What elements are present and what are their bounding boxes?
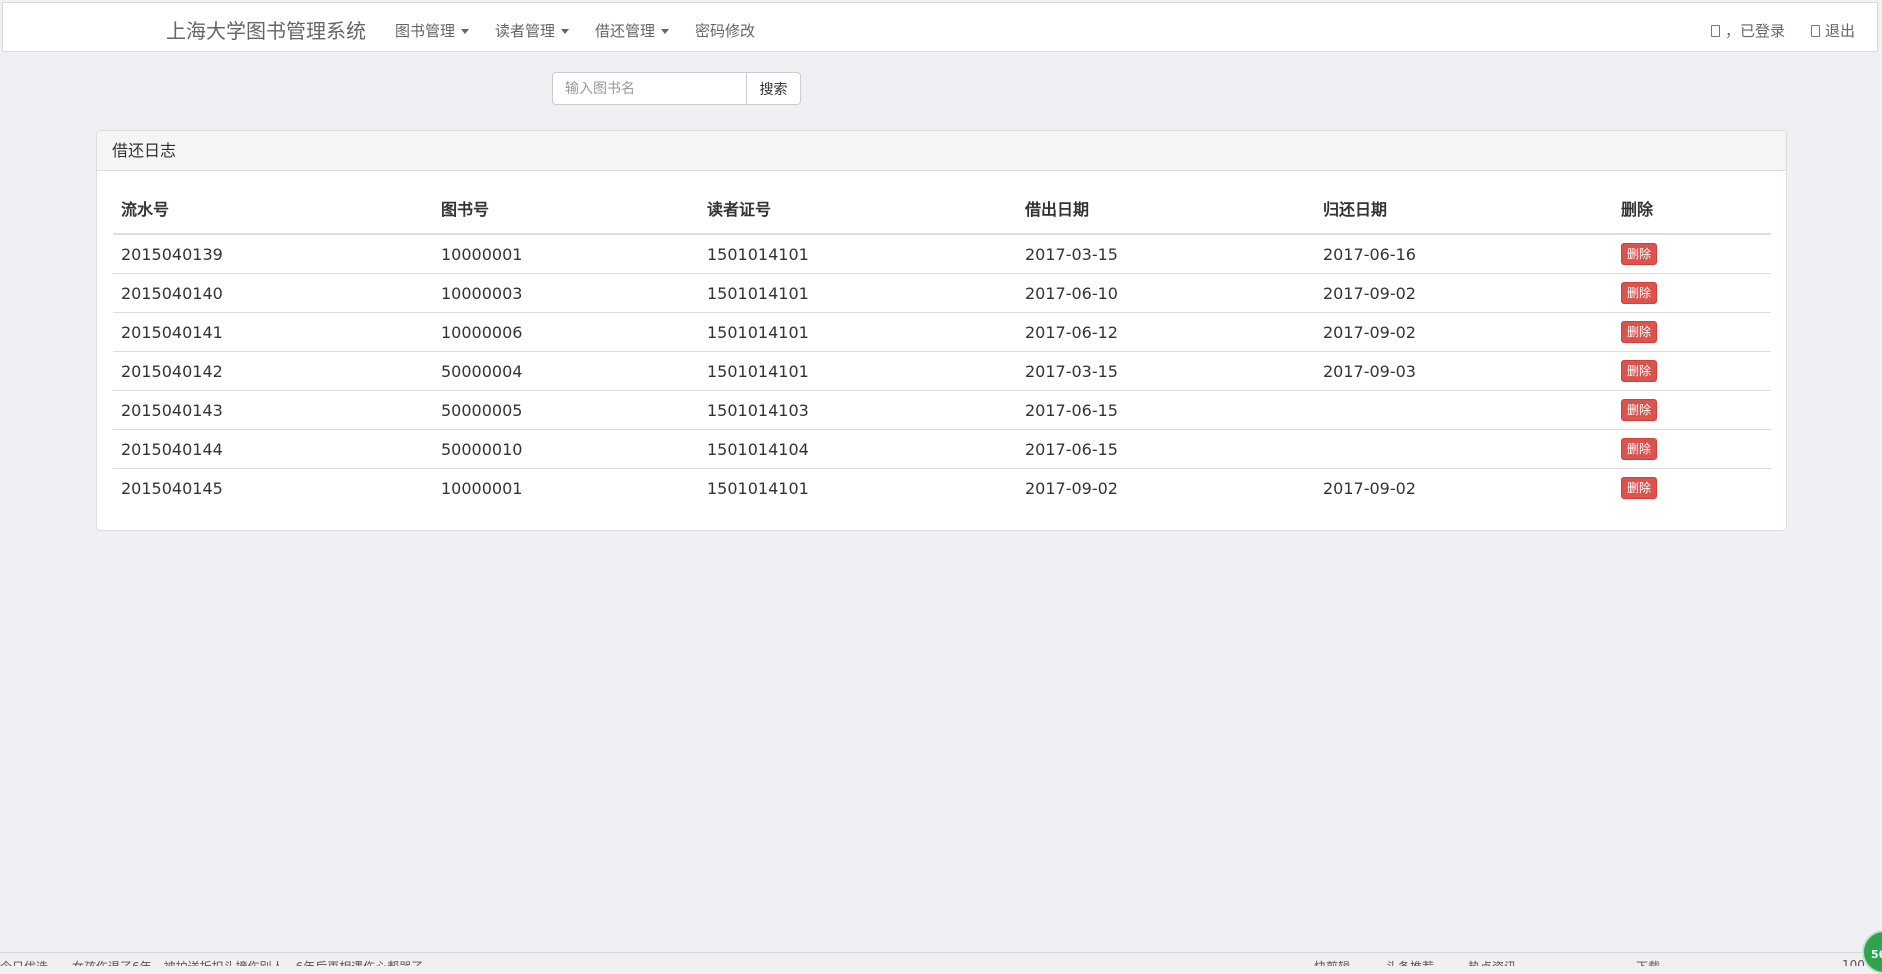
cell-book-id: 10000003 <box>433 273 699 313</box>
column-header-reader-id: 读者证号 <box>699 183 1017 235</box>
badge-count: 56 <box>1871 948 1882 961</box>
cell-serial: 2015040141 <box>113 312 433 352</box>
cell-delete: 删除 <box>1613 312 1771 352</box>
cell-book-id: 10000001 <box>433 468 699 507</box>
cell-lend-date: 2017-06-15 <box>1017 390 1315 430</box>
cell-lend-date: 2017-09-02 <box>1017 468 1315 507</box>
delete-button[interactable]: 删除 <box>1621 477 1658 499</box>
cell-serial: 2015040142 <box>113 351 433 391</box>
table-row: 2015040144 50000010 1501014104 2017-06-15 删除 <box>113 429 1771 469</box>
cell-book-id: 50000010 <box>433 429 699 469</box>
cell-serial: 2015040145 <box>113 468 433 507</box>
table-row: 2015040145 10000001 1501014101 2017-09-02 20… <box>113 468 1771 507</box>
cell-book-id: 10000006 <box>433 312 699 352</box>
book-search-input[interactable] <box>552 72 747 105</box>
cell-lend-date: 2017-06-10 <box>1017 273 1315 313</box>
logout-icon <box>1811 25 1820 37</box>
cell-reader-id: 1501014103 <box>699 390 1017 430</box>
cell-serial: 2015040140 <box>113 273 433 313</box>
cell-delete: 删除 <box>1613 468 1771 507</box>
cell-return-date <box>1315 429 1613 469</box>
delete-button[interactable]: 删除 <box>1621 321 1658 343</box>
cell-delete: 删除 <box>1613 429 1771 469</box>
cell-return-date <box>1315 390 1613 430</box>
nav-menu-label: 图书管理 <box>395 22 456 40</box>
cell-return-date: 2017-09-02 <box>1315 273 1613 313</box>
cell-lend-date: 2017-06-12 <box>1017 312 1315 352</box>
login-status-text: ，已登录 <box>1725 22 1786 40</box>
delete-button[interactable]: 删除 <box>1621 360 1658 382</box>
cell-delete: 删除 <box>1613 351 1771 391</box>
logout-text: 退出 <box>1825 22 1856 40</box>
search-button[interactable]: 搜索 <box>747 72 801 105</box>
column-header-delete: 删除 <box>1613 183 1771 235</box>
cell-return-date: 2017-09-03 <box>1315 351 1613 391</box>
delete-button[interactable]: 删除 <box>1621 243 1658 265</box>
cell-book-id: 50000005 <box>433 390 699 430</box>
cell-delete: 删除 <box>1613 233 1771 274</box>
delete-button[interactable]: 删除 <box>1621 438 1658 460</box>
logout-link[interactable]: 退出 <box>1811 20 1855 41</box>
floating-badge[interactable]: 56 <box>1862 930 1882 974</box>
nav-menu-borrow-management[interactable]: 借还管理 <box>595 20 670 41</box>
table-row: 2015040141 10000006 1501014101 2017-06-12 20… <box>113 312 1771 352</box>
cell-return-date: 2017-09-02 <box>1315 312 1613 352</box>
cell-reader-id: 1501014101 <box>699 233 1017 274</box>
cell-book-id: 50000004 <box>433 351 699 391</box>
cell-return-date: 2017-09-02 <box>1315 468 1613 507</box>
nav-menu-label: 读者管理 <box>495 22 556 40</box>
cell-delete: 删除 <box>1613 390 1771 430</box>
nav-menu-change-password[interactable]: 密码修改 <box>695 20 755 41</box>
borrow-log-table: 流水号 图书号 读者证号 借出日期 归还日期 删除 2015040139 1000… <box>113 183 1771 507</box>
table-row: 2015040143 50000005 1501014103 2017-06-15 删除 <box>113 390 1771 430</box>
cell-reader-id: 1501014101 <box>699 468 1017 507</box>
cell-book-id: 10000001 <box>433 233 699 274</box>
caret-down-icon <box>561 29 570 34</box>
delete-button[interactable]: 删除 <box>1621 282 1658 304</box>
table-header-row: 流水号 图书号 读者证号 借出日期 归还日期 删除 <box>113 183 1771 235</box>
column-header-lend-date: 借出日期 <box>1017 183 1315 235</box>
table-row: 2015040139 10000001 1501014101 2017-03-15 20… <box>113 233 1771 274</box>
cell-reader-id: 1501014101 <box>699 273 1017 313</box>
cell-reader-id: 1501014101 <box>699 351 1017 391</box>
app-brand[interactable]: 上海大学图书管理系统 <box>166 15 366 44</box>
cell-lend-date: 2017-06-15 <box>1017 429 1315 469</box>
cell-return-date: 2017-06-16 <box>1315 233 1613 274</box>
cell-lend-date: 2017-03-15 <box>1017 233 1315 274</box>
table-row: 2015040140 10000003 1501014101 2017-06-10 20… <box>113 273 1771 313</box>
column-header-return-date: 归还日期 <box>1315 183 1613 235</box>
table-row: 2015040142 50000004 1501014101 2017-03-15 20… <box>113 351 1771 391</box>
column-header-serial: 流水号 <box>113 183 433 235</box>
cell-reader-id: 1501014104 <box>699 429 1017 469</box>
cell-delete: 删除 <box>1613 273 1771 313</box>
cell-serial: 2015040144 <box>113 429 433 469</box>
borrow-log-panel: 借还日志 流水号 图书号 读者证号 借出日期 归还日期 删除 201504013… <box>96 130 1787 531</box>
caret-down-icon <box>661 29 670 34</box>
nav-menu-label: 借还管理 <box>595 22 656 40</box>
cell-serial: 2015040139 <box>113 233 433 274</box>
cell-reader-id: 1501014101 <box>699 312 1017 352</box>
nav-menu-label: 密码修改 <box>695 22 756 40</box>
nav-menu-reader-management[interactable]: 读者管理 <box>495 20 570 41</box>
login-status-link[interactable]: ，已登录 <box>1711 20 1785 41</box>
system-status-bar: 今日优选 女孩伤退了6年，被护送折扣头撞伤别人，6年后再相遇伤心帮哭了 快剪辑 … <box>0 952 1882 966</box>
user-icon <box>1711 25 1720 37</box>
cell-lend-date: 2017-03-15 <box>1017 351 1315 391</box>
panel-title: 借还日志 <box>97 131 1786 171</box>
nav-menu-book-management[interactable]: 图书管理 <box>395 20 470 41</box>
caret-down-icon <box>461 29 470 34</box>
column-header-book-id: 图书号 <box>433 183 699 235</box>
delete-button[interactable]: 删除 <box>1621 399 1658 421</box>
top-navbar: 上海大学图书管理系统 图书管理 读者管理 借还管理 密码修改 ，已登录 退出 <box>2 2 1878 52</box>
cell-serial: 2015040143 <box>113 390 433 430</box>
